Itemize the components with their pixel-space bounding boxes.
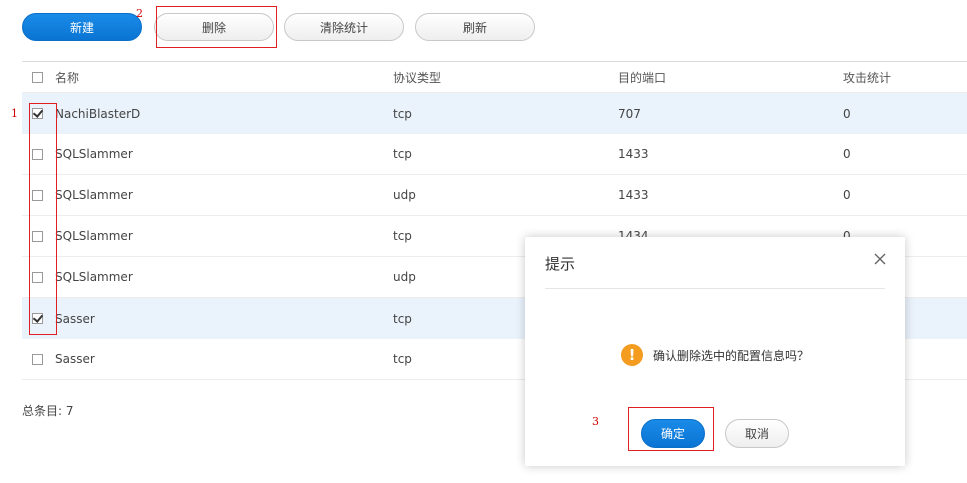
row-protocol: tcp xyxy=(393,106,412,121)
row-name: SQLSlammer xyxy=(55,270,133,284)
row-attacks: 0 xyxy=(843,106,851,121)
dialog-message: 确认删除选中的配置信息吗？ xyxy=(653,349,810,363)
row-protocol: udp xyxy=(393,188,416,202)
select-all-checkbox[interactable] xyxy=(32,71,43,83)
row-name: Sasser xyxy=(55,352,95,366)
table-row[interactable]: SQLSlammer udp 1433 0 xyxy=(22,175,967,216)
row-protocol: tcp xyxy=(393,229,412,243)
annotation-number-3: 3 xyxy=(592,415,599,428)
select-all-cell[interactable] xyxy=(32,62,46,92)
warning-icon: ! xyxy=(621,344,643,366)
row-protocol: tcp xyxy=(393,147,412,161)
confirm-cancel-button[interactable]: 取消 xyxy=(725,419,789,448)
row-name: Sasser xyxy=(55,311,95,326)
row-attacks: 0 xyxy=(843,188,851,202)
table-row[interactable]: SQLSlammer tcp 1433 0 xyxy=(22,134,967,175)
table-header: 名称 协议类型 目的端口 攻击统计 xyxy=(22,62,967,93)
confirm-dialog: 提示 ! 确认删除选中的配置信息吗？ 确定 取消 xyxy=(525,237,905,466)
annotation-number-1: 1 xyxy=(11,107,18,120)
table-row[interactable]: NachiBlasterD tcp 707 0 xyxy=(22,93,967,134)
row-checkbox[interactable] xyxy=(32,353,43,365)
annotation-box-ok xyxy=(628,407,714,451)
column-header-protocol: 协议类型 xyxy=(393,70,442,85)
row-port: 1433 xyxy=(618,147,649,161)
annotation-box-delete xyxy=(156,6,277,48)
dialog-title: 提示 xyxy=(545,255,576,273)
column-header-attack-stats: 攻击统计 xyxy=(843,70,892,85)
row-port: 1433 xyxy=(618,188,649,202)
row-protocol: tcp xyxy=(393,311,412,326)
row-name: SQLSlammer xyxy=(55,229,133,243)
column-header-name: 名称 xyxy=(55,70,80,85)
close-icon[interactable] xyxy=(873,252,887,266)
clear-stats-button[interactable]: 清除统计 xyxy=(284,13,404,41)
row-name: SQLSlammer xyxy=(55,188,133,202)
annotation-number-2: 2 xyxy=(136,7,143,20)
row-name: SQLSlammer xyxy=(55,147,133,161)
refresh-button[interactable]: 刷新 xyxy=(415,13,535,41)
row-protocol: tcp xyxy=(393,352,412,366)
new-button[interactable]: 新建 xyxy=(22,13,142,41)
total-count: 总条目: 7 xyxy=(22,404,74,418)
row-protocol: udp xyxy=(393,270,416,284)
row-attacks: 0 xyxy=(843,147,851,161)
annotation-box-checkboxes xyxy=(29,103,57,335)
row-port: 707 xyxy=(618,106,641,121)
column-header-port: 目的端口 xyxy=(618,70,667,85)
row-name: NachiBlasterD xyxy=(55,106,141,121)
dialog-divider xyxy=(545,288,885,289)
